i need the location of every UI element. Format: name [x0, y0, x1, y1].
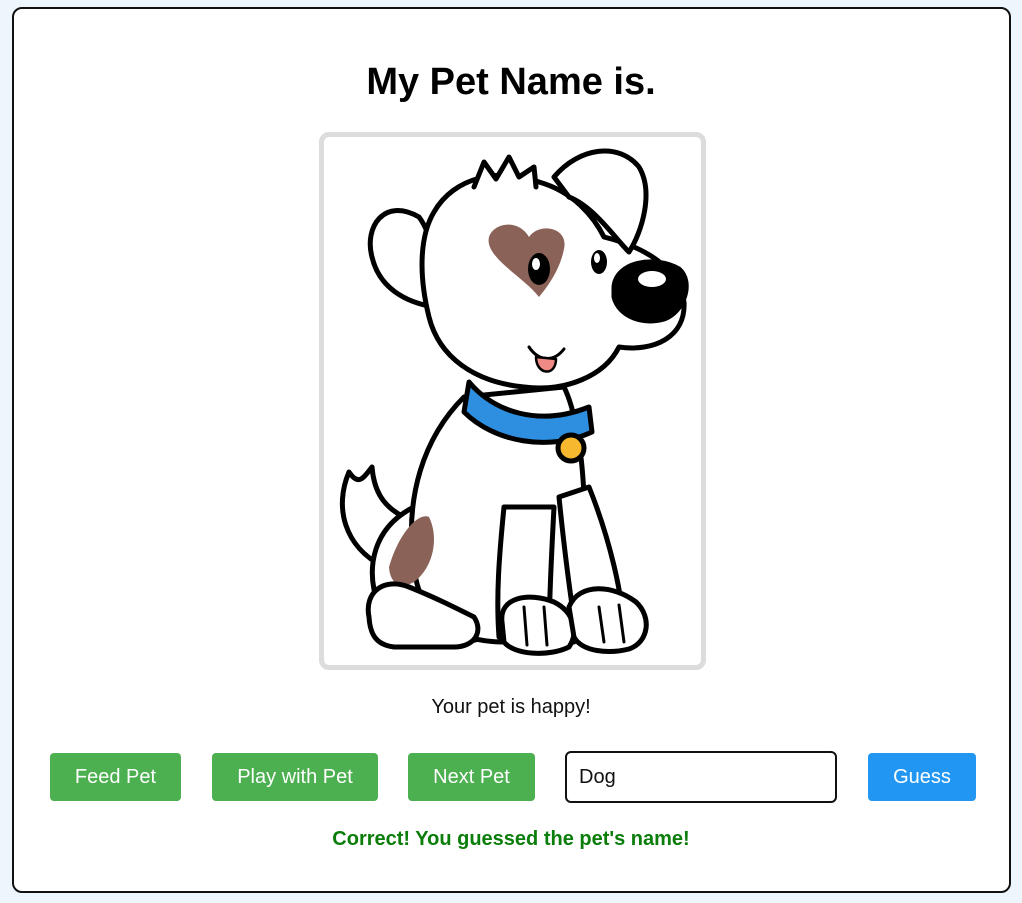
guess-result-message: Correct! You guessed the pet's name! — [332, 828, 690, 850]
pet-status-text: Your pet is happy! — [431, 696, 591, 718]
page-title: My Pet Name is. — [366, 61, 656, 103]
guess-button[interactable]: Guess — [868, 753, 976, 801]
feed-pet-button[interactable]: Feed Pet — [50, 753, 181, 801]
pet-image-frame — [319, 132, 706, 670]
play-with-pet-button[interactable]: Play with Pet — [212, 753, 378, 801]
cartoon-puppy-icon — [340, 148, 689, 656]
next-pet-button[interactable]: Next Pet — [408, 753, 535, 801]
pet-name-guess-input[interactable] — [565, 751, 837, 803]
